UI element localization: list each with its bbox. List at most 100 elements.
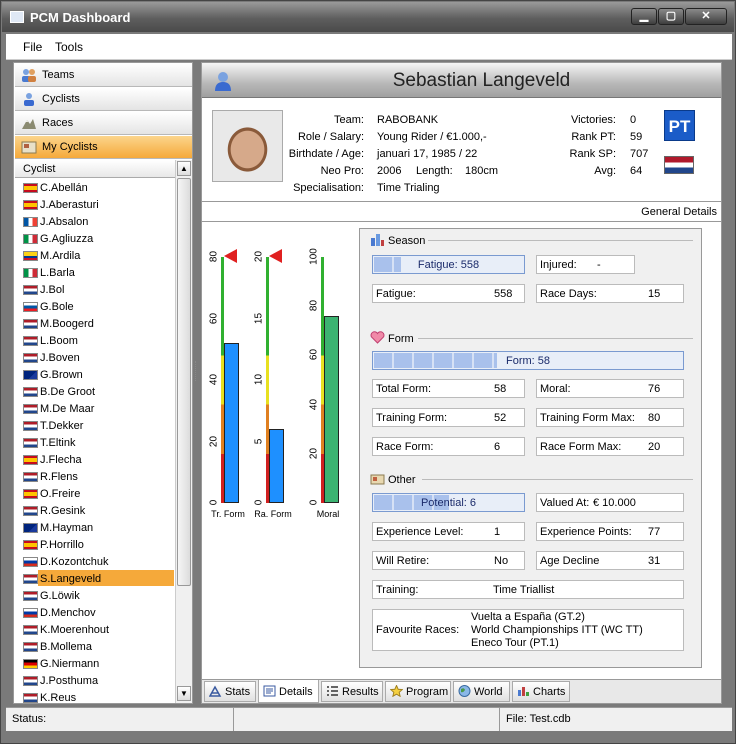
nav-my-cyclists-label: My Cyclists (42, 141, 98, 153)
nav-cyclists[interactable]: Cyclists (15, 88, 192, 111)
tab-world[interactable]: World (453, 681, 510, 702)
tab-program[interactable]: Program (385, 681, 451, 702)
cyclist-row[interactable]: O.Freire (15, 485, 175, 502)
flag-icon (23, 472, 38, 482)
cyclist-row[interactable]: J.Absalon (15, 213, 175, 230)
cyclist-name: J.Boven (40, 352, 80, 364)
flag-icon (23, 251, 38, 261)
cyclist-row[interactable]: P.Horrillo (15, 536, 175, 553)
cyclist-row[interactable]: J.Flecha (15, 451, 175, 468)
gauge-bar (324, 316, 339, 503)
neo-pro-value: 2006 (377, 165, 402, 177)
cyclist-row[interactable]: G.Agliuzza (15, 230, 175, 247)
cyclist-row[interactable]: K.Reus (15, 689, 175, 706)
app-window: PCM Dashboard ▁ ▢ ✕ File Tools Teams Cyc… (0, 0, 736, 744)
flag-icon (23, 234, 38, 244)
cyclist-row[interactable]: G.Bole (15, 298, 175, 315)
cyclist-row[interactable]: M.De Maar (15, 400, 175, 417)
cyclist-row[interactable]: J.Bol (15, 281, 175, 298)
general-details-bar: General Details (202, 201, 721, 222)
close-button[interactable]: ✕ (685, 8, 727, 25)
cyclist-row[interactable]: L.Barla (15, 264, 175, 281)
gauge-max-marker-icon (224, 249, 237, 263)
cyclist-row[interactable]: G.Brown (15, 366, 175, 383)
season-section-title: Season (370, 233, 425, 247)
tab-stats[interactable]: Stats (204, 681, 256, 702)
cyclist-row[interactable]: D.Menchov (15, 604, 175, 621)
favourite-race-3: Eneco Tour (PT.1) (471, 637, 559, 649)
nav-races[interactable]: Races (15, 112, 192, 135)
injured-field: Injured: - (536, 255, 635, 274)
menu-bar: File Tools (6, 34, 732, 60)
gauge-label: Ra. Form (254, 509, 292, 519)
title-bar[interactable]: PCM Dashboard ▁ ▢ ✕ (2, 2, 734, 32)
favourite-race-2: World Championships ITT (WC TT) (471, 624, 643, 636)
flag-icon (23, 217, 38, 227)
scroll-thumb[interactable] (177, 178, 191, 586)
cyclist-row[interactable]: G.Löwik (15, 587, 175, 604)
cyclist-name: D.Kozontchuk (40, 556, 109, 568)
cyclist-name: R.Flens (40, 471, 78, 483)
cyclist-row[interactable]: M.Boogerd (15, 315, 175, 332)
cyclist-column-header[interactable]: Cyclist (15, 160, 175, 178)
cyclist-row[interactable]: S.Langeveld (15, 570, 175, 587)
cyclist-row[interactable]: J.Boven (15, 349, 175, 366)
cyclist-row[interactable]: J.Posthuma (15, 672, 175, 689)
potential-bar: Potential: 6 (372, 493, 525, 512)
cyclist-row[interactable]: L.Boom (15, 332, 175, 349)
gauge-tick-label: 40 (208, 373, 220, 386)
cyclist-row[interactable]: M.Ardila (15, 247, 175, 264)
cyclists-icon (24, 93, 34, 106)
cyclist-row[interactable]: D.Kozontchuk (15, 553, 175, 570)
panel-splitter[interactable] (195, 361, 199, 381)
cyclist-row[interactable]: B.Mollema (15, 638, 175, 655)
length-label: Length: (416, 165, 453, 177)
cyclist-row[interactable]: K.Moerenhout (15, 621, 175, 638)
flag-icon (23, 489, 38, 499)
nav-my-cyclists[interactable]: My Cyclists (15, 136, 192, 159)
cyclist-row[interactable]: T.Eltink (15, 434, 175, 451)
tab-charts[interactable]: Charts (512, 681, 570, 702)
gauge-tick-label: 20 (308, 447, 320, 459)
general-details-title: General Details (641, 206, 717, 218)
cyclist-info: Team: RABOBANK Role / Salary: Young Ride… (202, 99, 721, 201)
nav-teams[interactable]: Teams (15, 64, 192, 87)
cyclist-row[interactable]: C.Abellán (15, 179, 175, 196)
menu-tools[interactable]: Tools (55, 40, 83, 54)
gauge-bar (224, 343, 239, 503)
flag-icon (23, 693, 38, 703)
tab-results[interactable]: Results (321, 681, 383, 702)
cyclist-row[interactable]: R.Flens (15, 468, 175, 485)
flag-icon (23, 642, 38, 652)
stats-icon (209, 685, 222, 697)
scroll-up-icon[interactable]: ▲ (177, 161, 191, 176)
results-icon (327, 686, 338, 696)
cyclist-row[interactable]: J.Aberasturi (15, 196, 175, 213)
training-form-field: Training Form: 52 (372, 408, 525, 427)
cyclist-row[interactable]: T.Dekker (15, 417, 175, 434)
total-form-field: Total Form: 58 (372, 379, 525, 398)
flag-icon (23, 268, 38, 278)
minimize-button[interactable]: ▁ (631, 8, 657, 25)
tab-details[interactable]: Details (258, 680, 319, 703)
nationality-flag-icon (664, 156, 694, 174)
cyclist-row[interactable]: R.Gesink (15, 502, 175, 519)
cyclist-row[interactable]: M.Hayman (15, 519, 175, 536)
birthdate-age-value: januari 17, 1985 / 22 (377, 148, 478, 160)
menu-file[interactable]: File (23, 40, 42, 54)
gauge-label: Moral (316, 509, 340, 519)
gauge-tick-label: 100 (308, 248, 320, 265)
cyclist-row[interactable]: G.Niermann (15, 655, 175, 672)
cyclist-header: Sebastian Langeveld (202, 63, 721, 98)
scroll-down-icon[interactable]: ▼ (177, 686, 191, 701)
specialisation-value: Time Trialing (377, 182, 440, 194)
maximize-button[interactable]: ▢ (658, 8, 684, 25)
cyclist-name: J.Aberasturi (40, 199, 99, 211)
flag-icon (23, 370, 38, 380)
flag-icon (23, 353, 38, 363)
moral-field: Moral: 76 (536, 379, 684, 398)
list-scrollbar[interactable]: ▲ ▼ (175, 160, 192, 703)
fatigue-bar: Fatigue: 558 (372, 255, 525, 274)
other-icon (370, 474, 385, 485)
cyclist-row[interactable]: B.De Groot (15, 383, 175, 400)
